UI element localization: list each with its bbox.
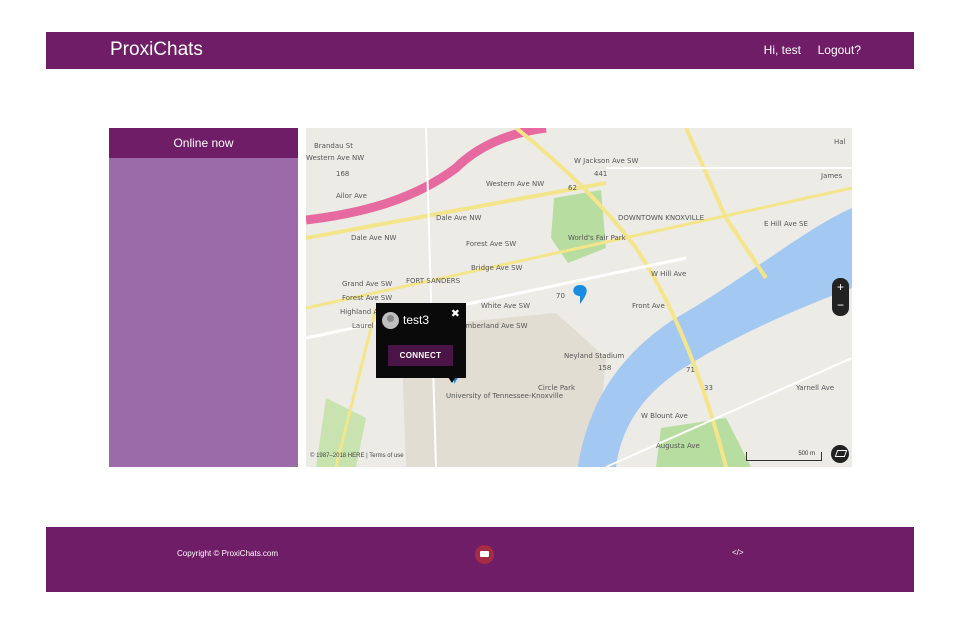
navbar: ProxiChats Hi, test Logout?: [46, 32, 914, 69]
map-label: FORT SANDERS: [406, 277, 461, 285]
zoom-out-button[interactable]: −: [832, 296, 849, 315]
map-label: Dale Ave NW: [436, 214, 481, 222]
brand-logo[interactable]: ProxiChats: [110, 39, 203, 61]
map-label: Forest Ave SW: [466, 240, 516, 248]
user-greeting: Hi, test: [763, 43, 801, 57]
map-label: Grand Ave SW: [342, 280, 392, 288]
map-label: Hal: [834, 138, 846, 146]
popup-pointer: [448, 377, 456, 383]
layers-icon[interactable]: [831, 445, 849, 463]
route-shield: 158: [598, 364, 611, 372]
route-shield: 71: [686, 366, 695, 374]
map-label: Yarnell Ave: [795, 384, 834, 392]
copyright-text: Copyright © ProxiChats.com: [177, 549, 279, 558]
zoom-in-button[interactable]: +: [832, 278, 849, 297]
map-label: E Hill Ave SE: [764, 220, 808, 228]
popup-user-name: test3: [403, 313, 430, 327]
map-label: Brandau St: [314, 142, 353, 150]
online-now-header: Online now: [109, 128, 298, 158]
route-shield: 441: [594, 170, 607, 178]
map-label: W Jackson Ave SW: [574, 157, 638, 165]
map-label: Western Ave NW: [306, 154, 364, 162]
zoom-control: + −: [832, 278, 849, 316]
map-label: White Ave SW: [481, 302, 530, 310]
map-canvas[interactable]: Brandau St Western Ave NW Western Ave NW…: [306, 128, 852, 467]
map-attribution[interactable]: © 1987–2018 HERE | Terms of use: [310, 453, 404, 459]
map-label: Augusta Ave: [656, 442, 700, 450]
map-label: Forest Ave SW: [342, 294, 392, 302]
route-shield: 33: [704, 384, 713, 392]
road-james-white-pkwy: [684, 128, 768, 280]
map-label: Bridge Ave SW: [471, 264, 523, 272]
map-scale-bar: 500 m: [746, 451, 822, 461]
map-label: DOWNTOWN KNOXVILLE: [618, 214, 704, 222]
map-label: Circle Park: [538, 384, 576, 392]
map-label: Cumberland Ave SW: [456, 322, 528, 330]
map-label: World's Fair Park: [568, 234, 627, 242]
code-icon[interactable]: </>: [732, 548, 744, 557]
avatar: [382, 312, 399, 329]
scale-label: 500 m: [798, 451, 815, 457]
map-label: Dale Ave NW: [351, 234, 396, 242]
map-label: University of Tennessee-Knoxville: [446, 392, 563, 400]
map-label: Ailor Ave: [336, 192, 367, 200]
map-label: W Hill Ave: [651, 270, 686, 278]
route-shield: 62: [568, 184, 577, 192]
route-shield: 70: [556, 292, 565, 300]
map-label: Western Ave NW: [486, 180, 544, 188]
footer: Copyright © ProxiChats.com </>: [46, 527, 914, 592]
user-popup: test3 ✖ CONNECT: [376, 303, 466, 378]
map-view[interactable]: Brandau St Western Ave NW Western Ave NW…: [306, 128, 852, 467]
logout-link[interactable]: Logout?: [818, 43, 861, 57]
online-users-panel: Online now: [109, 128, 298, 467]
close-icon[interactable]: ✖: [451, 307, 460, 320]
map-label: W Blount Ave: [641, 412, 688, 420]
route-shield: 168: [336, 170, 349, 178]
map-label: Neyland Stadium: [564, 352, 624, 360]
mail-icon[interactable]: [475, 545, 494, 564]
connect-button[interactable]: CONNECT: [388, 345, 453, 366]
user-location-marker[interactable]: [573, 285, 587, 304]
map-label: James: [820, 172, 842, 180]
map-label: Front Ave: [632, 302, 665, 310]
